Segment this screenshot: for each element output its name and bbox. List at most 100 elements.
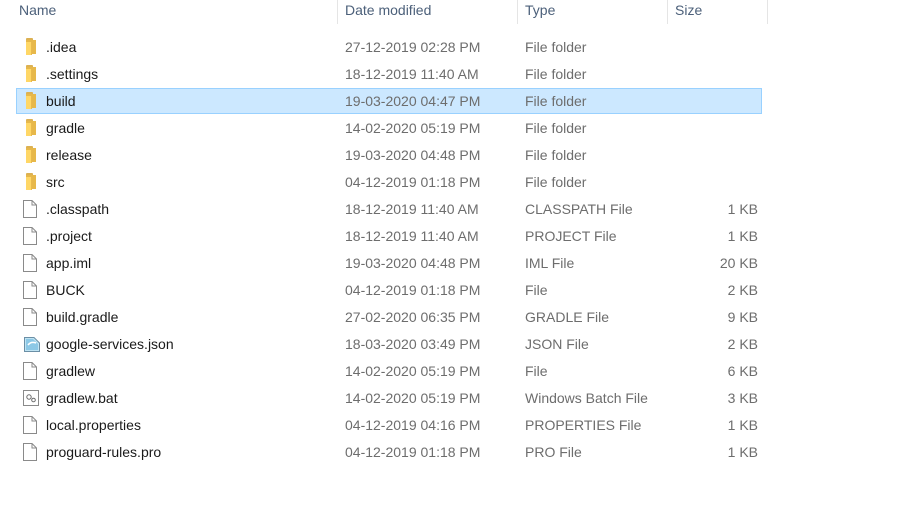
file-date-modified: 14-02-2020 05:19 PM [345, 390, 481, 406]
file-type: File folder [525, 174, 587, 190]
file-row[interactable]: release 19-03-2020 04:48 PM File folder [16, 142, 762, 168]
file-type: CLASSPATH File [525, 201, 633, 217]
file-date-modified: 14-02-2020 05:19 PM [345, 120, 481, 136]
file-name: .idea [46, 39, 77, 55]
file-type: JSON File [525, 336, 589, 352]
folder-icon [20, 92, 40, 110]
file-size: 3 KB [727, 390, 758, 406]
file-size [667, 89, 758, 113]
file-size: 1 KB [727, 201, 758, 217]
file-date-modified: 18-12-2019 11:40 AM [345, 201, 479, 217]
file-row[interactable]: gradlew 14-02-2020 05:19 PM File 6 KB [16, 358, 762, 384]
file-type: File folder [525, 93, 587, 109]
column-header-type-label: Type [525, 2, 556, 18]
file-date-modified: 19-03-2020 04:48 PM [345, 147, 481, 163]
file-name: gradle [46, 120, 85, 136]
file-date-modified: 04-12-2019 04:16 PM [345, 417, 481, 433]
file-size: 1 KB [727, 228, 758, 244]
file-name: build [46, 93, 76, 109]
file-name: src [46, 174, 65, 190]
file-row[interactable]: build.gradle 27-02-2020 06:35 PM GRADLE … [16, 304, 762, 330]
file-name: app.iml [46, 255, 92, 271]
file-type: GRADLE File [525, 309, 610, 325]
file-size: 6 KB [727, 363, 758, 379]
column-header-bar: Name Date modified Type Size [0, 0, 768, 24]
column-header-name[interactable]: Name [0, 0, 338, 24]
file-icon [20, 362, 40, 380]
file-name: BUCK [46, 282, 85, 298]
file-type: File folder [525, 120, 587, 136]
file-size: 1 KB [727, 444, 758, 460]
file-row[interactable]: BUCK 04-12-2019 01:18 PM File 2 KB [16, 277, 762, 303]
file-size: 2 KB [727, 336, 758, 352]
file-type: IML File [525, 255, 575, 271]
json-file-icon [20, 335, 40, 353]
folder-icon [20, 119, 40, 137]
file-date-modified: 27-02-2020 06:35 PM [345, 309, 481, 325]
file-row[interactable]: .settings 18-12-2019 11:40 AM File folde… [16, 61, 762, 87]
file-type: PROPERTIES File [525, 417, 642, 433]
file-date-modified: 04-12-2019 01:18 PM [345, 282, 481, 298]
folder-icon [20, 38, 40, 56]
file-name: local.properties [46, 417, 141, 433]
file-icon [20, 200, 40, 218]
column-header-date-modified[interactable]: Date modified [338, 0, 518, 24]
file-type: PRO File [525, 444, 582, 460]
file-size: 9 KB [727, 309, 758, 325]
file-date-modified: 04-12-2019 01:18 PM [345, 444, 481, 460]
file-date-modified: 19-03-2020 04:48 PM [345, 255, 481, 271]
file-name: proguard-rules.pro [46, 444, 162, 460]
file-icon [20, 281, 40, 299]
file-row[interactable]: .idea 27-12-2019 02:28 PM File folder [16, 34, 762, 60]
file-size [667, 35, 758, 59]
folder-icon [20, 173, 40, 191]
file-name: gradlew [46, 363, 96, 379]
file-row[interactable]: gradlew.bat 14-02-2020 05:19 PM Windows … [16, 385, 762, 411]
file-row[interactable]: gradle 14-02-2020 05:19 PM File folder [16, 115, 762, 141]
file-size [667, 116, 758, 140]
file-type: File [525, 363, 548, 379]
column-header-size[interactable]: Size [668, 0, 768, 24]
file-type: PROJECT File [525, 228, 617, 244]
file-type: Windows Batch File [525, 390, 648, 406]
file-row[interactable]: proguard-rules.pro 04-12-2019 01:18 PM P… [16, 439, 762, 465]
file-date-modified: 27-12-2019 02:28 PM [345, 39, 481, 55]
column-divider[interactable] [767, 0, 768, 24]
folder-icon [20, 146, 40, 164]
file-row[interactable]: .classpath 18-12-2019 11:40 AM CLASSPATH… [16, 196, 762, 222]
file-name: .settings [46, 66, 99, 82]
file-row[interactable]: local.properties 04-12-2019 04:16 PM PRO… [16, 412, 762, 438]
file-row-selected[interactable]: build 19-03-2020 04:47 PM File folder [16, 88, 762, 114]
file-size: 1 KB [727, 417, 758, 433]
file-name: build.gradle [46, 309, 119, 325]
file-icon [20, 254, 40, 272]
file-row[interactable]: .project 18-12-2019 11:40 AM PROJECT Fil… [16, 223, 762, 249]
file-type: File folder [525, 39, 587, 55]
file-icon [20, 308, 40, 326]
file-type: File folder [525, 66, 587, 82]
file-icon [20, 443, 40, 461]
file-name: .project [46, 228, 92, 244]
file-size: 20 KB [719, 255, 758, 271]
column-header-size-label: Size [675, 2, 703, 18]
file-name: .classpath [46, 201, 110, 217]
file-row[interactable]: google-services.json 18-03-2020 03:49 PM… [16, 331, 762, 357]
file-date-modified: 18-03-2020 03:49 PM [345, 336, 481, 352]
file-row[interactable]: src 04-12-2019 01:18 PM File folder [16, 169, 762, 195]
file-name: gradlew.bat [46, 390, 118, 406]
file-icon [20, 227, 40, 245]
file-name: google-services.json [46, 336, 174, 352]
file-row[interactable]: app.iml 19-03-2020 04:48 PM IML File 20 … [16, 250, 762, 276]
file-date-modified: 18-12-2019 11:40 AM [345, 66, 479, 82]
file-type: File [525, 282, 548, 298]
column-header-date-label: Date modified [345, 2, 432, 18]
file-type: File folder [525, 147, 587, 163]
file-size: 2 KB [727, 282, 758, 298]
file-size [667, 143, 758, 167]
batch-file-icon [20, 389, 40, 407]
file-date-modified: 18-12-2019 11:40 AM [345, 228, 479, 244]
column-header-name-label: Name [19, 2, 57, 18]
folder-icon [20, 65, 40, 83]
column-header-type[interactable]: Type [518, 0, 668, 24]
file-size [667, 62, 758, 86]
